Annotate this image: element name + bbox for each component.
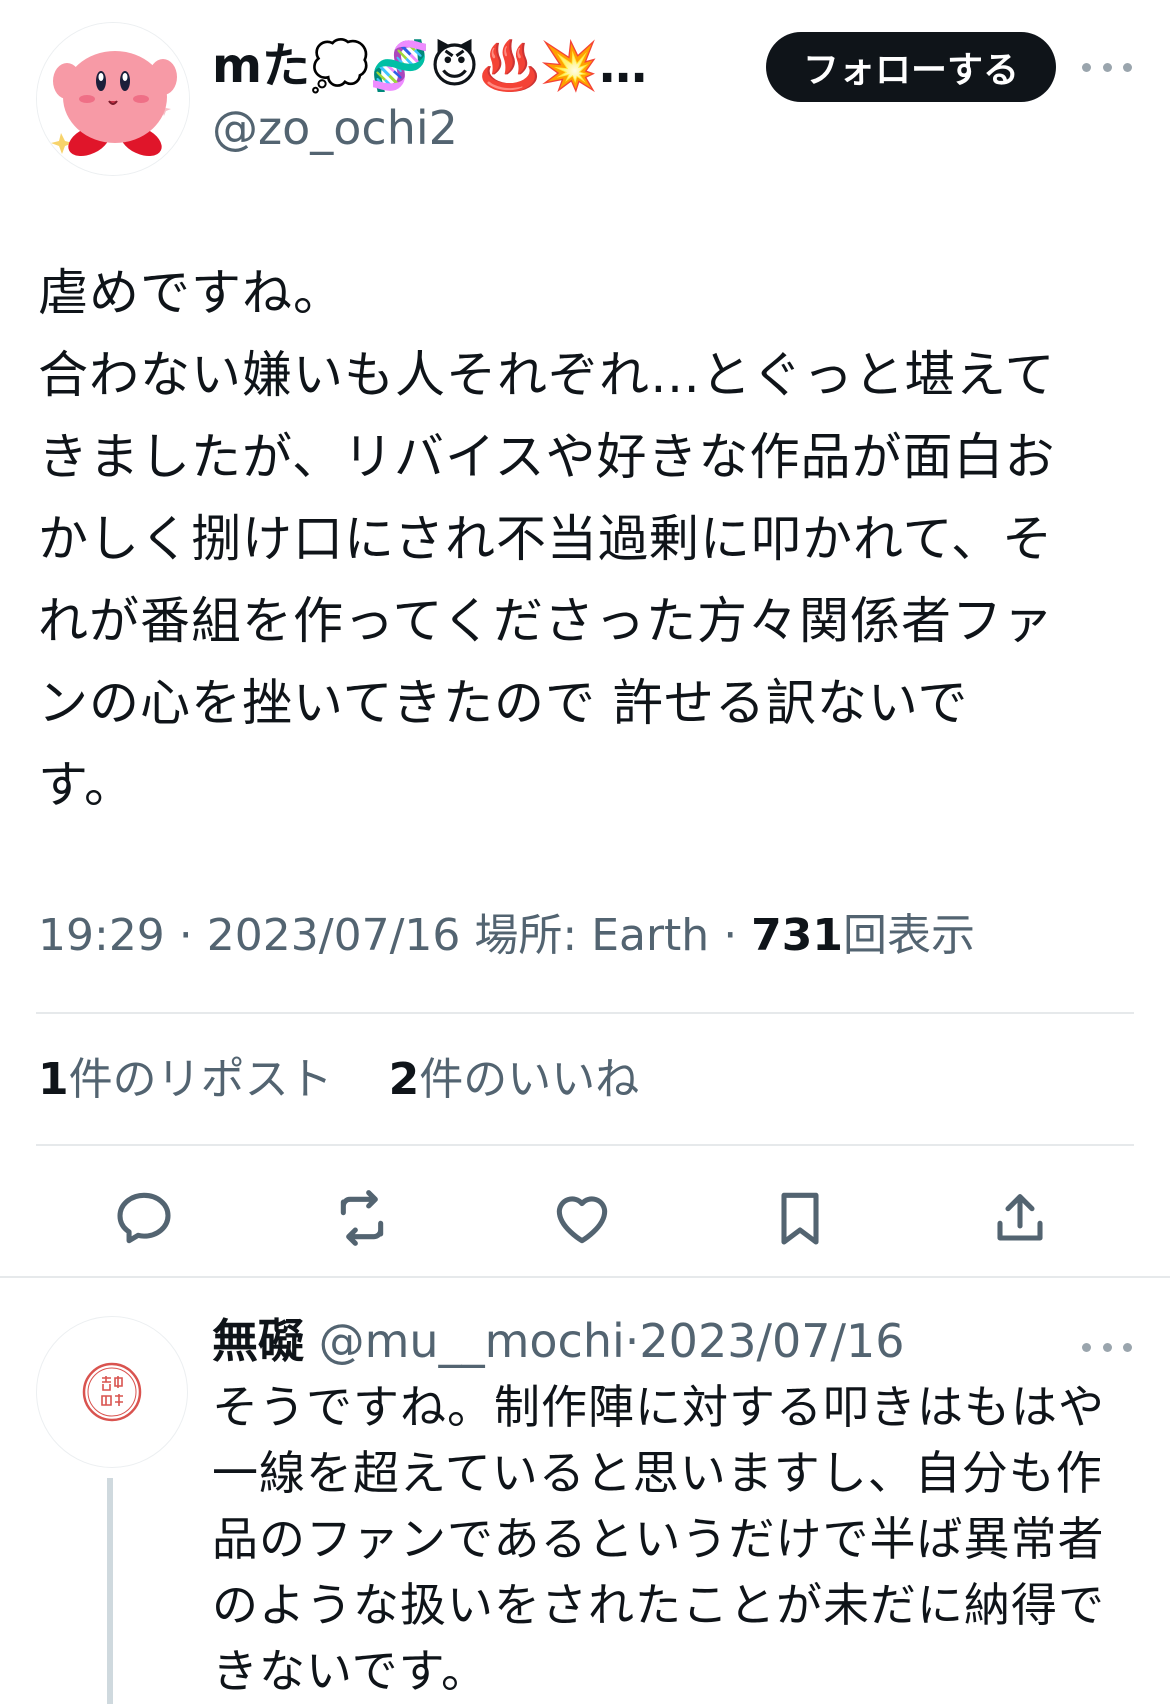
display-name[interactable]: mた💭🧬😈♨️💥… <box>212 36 647 96</box>
repost-button[interactable] <box>324 1180 400 1256</box>
tweet-location: 場所: Earth <box>474 910 710 961</box>
reply-separator: · <box>624 1314 640 1368</box>
repost-icon <box>340 1190 384 1246</box>
bookmark-button[interactable] <box>762 1180 838 1256</box>
tweet-text: 虐めですね。 合わない嫌いも人それぞれ…とぐっと堪えて きましたが、リバイスや好… <box>38 264 1056 814</box>
reply-more-options-icon[interactable] <box>1082 1332 1132 1362</box>
share-button[interactable] <box>982 1180 1058 1256</box>
avatar[interactable] <box>36 22 190 176</box>
reply-button[interactable] <box>106 1180 182 1256</box>
likes-link[interactable]: 2件のいいね <box>389 1054 640 1105</box>
tweet-time[interactable]: 19:29 <box>38 910 165 961</box>
tweet-meta: 19:29 · 2023/07/16 場所: Earth · 731回表示 <box>38 910 976 961</box>
views-label: 回表示 <box>843 910 976 961</box>
more-options-icon[interactable] <box>1082 52 1132 82</box>
engagement-stats: 1件のリポスト 2件のいいね <box>38 1050 639 1110</box>
divider <box>36 1144 1134 1146</box>
views-count: 731 <box>751 910 844 961</box>
kirby-avatar-icon <box>37 23 189 175</box>
reply-text: そうですね。制作陣に対する叩きはもはや 一線を超えていると思いますし、自分も作 … <box>212 1380 1105 1698</box>
thread-line <box>107 1478 113 1704</box>
likes-label: 件のいいね <box>419 1054 640 1105</box>
like-icon <box>556 1196 608 1244</box>
likes-count: 2 <box>388 1054 420 1105</box>
divider <box>0 1276 1170 1278</box>
follow-button[interactable]: フォローする <box>766 32 1056 102</box>
like-button[interactable] <box>544 1180 620 1256</box>
tweet-date[interactable]: 2023/07/16 <box>207 910 461 961</box>
reply-icon <box>117 1192 171 1244</box>
divider <box>36 1012 1134 1014</box>
seal-avatar-icon <box>82 1362 142 1422</box>
share-icon <box>997 1194 1043 1241</box>
user-handle[interactable]: @zo_ochi2 <box>212 100 458 156</box>
reposts-label: 件のリポスト <box>68 1054 333 1105</box>
reply-avatar[interactable] <box>36 1316 188 1468</box>
reply-handle[interactable]: @mu__mochi <box>319 1314 625 1368</box>
reply-display-name[interactable]: 無礙 <box>212 1314 304 1368</box>
reposts-link[interactable]: 1件のリポスト <box>38 1054 333 1105</box>
reply-date[interactable]: 2023/07/16 <box>639 1314 904 1368</box>
bookmark-icon <box>781 1192 819 1245</box>
reposts-count: 1 <box>38 1054 69 1105</box>
reply-header: 無礙 @mu__mochi·2023/07/16 <box>212 1310 905 1372</box>
